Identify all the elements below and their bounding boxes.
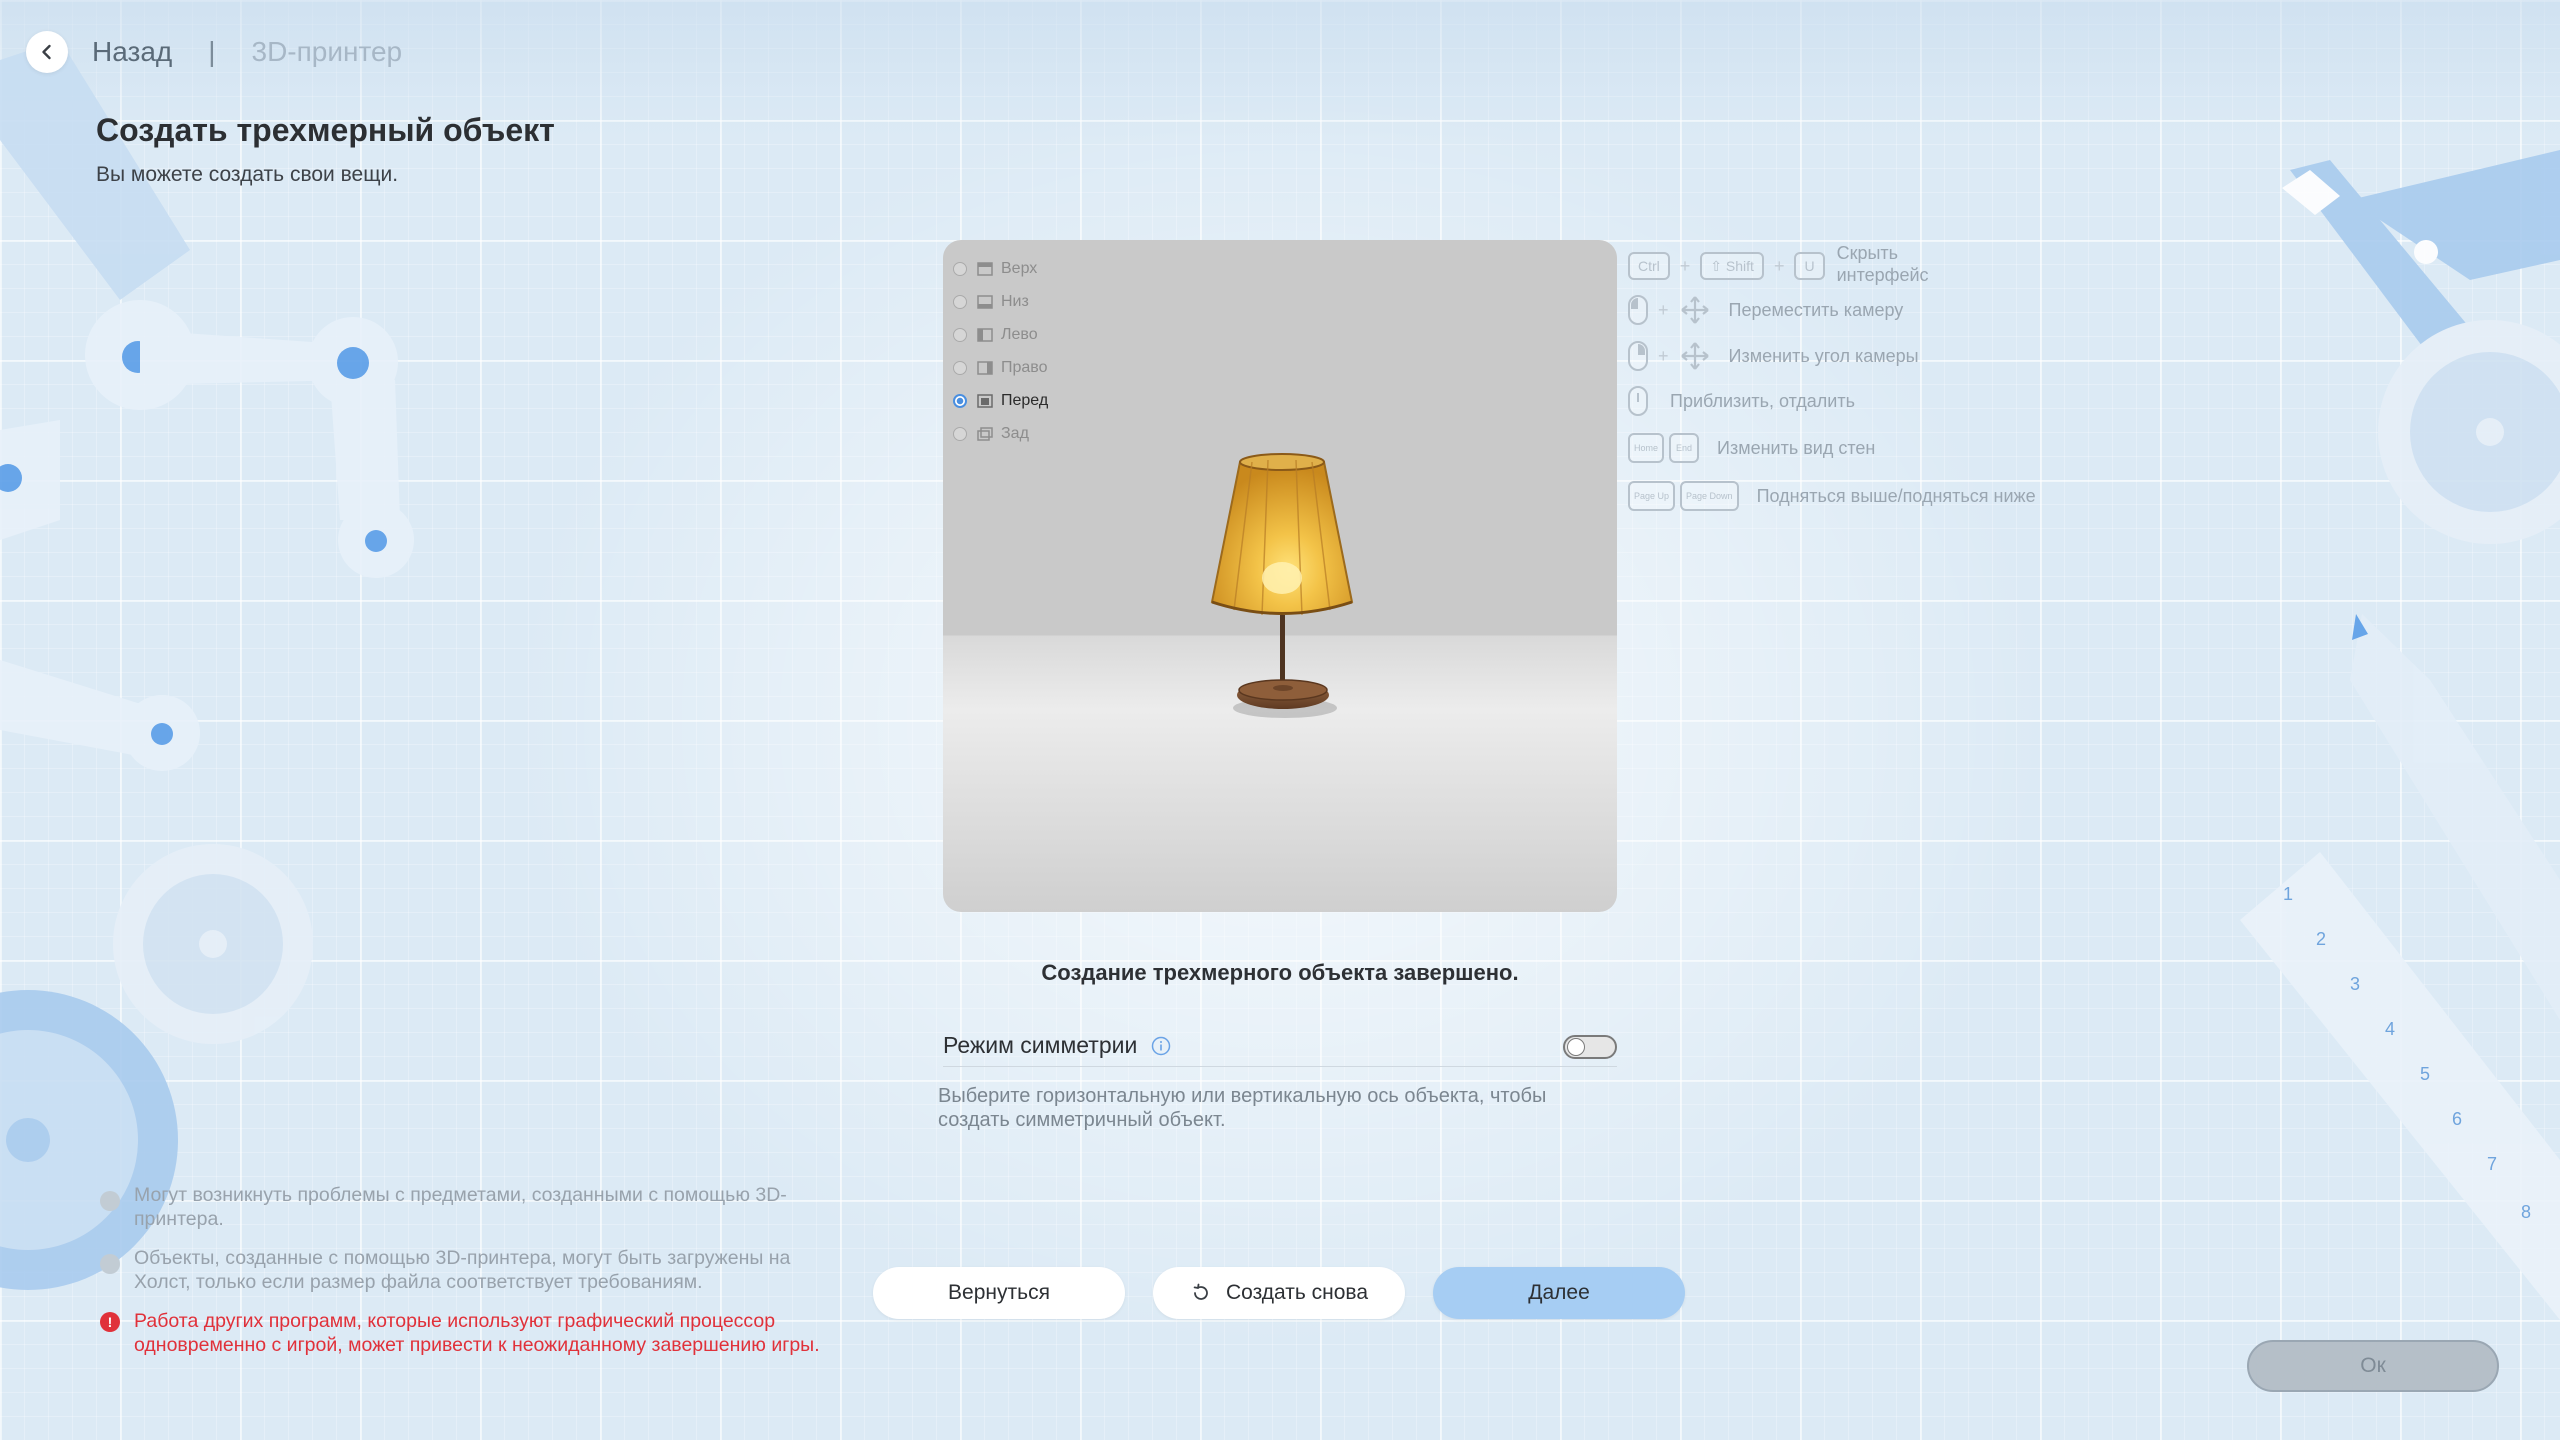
notice-text: Объекты, созданные с помощью 3D-принтера…: [134, 1247, 791, 1293]
mouse-scroll-icon: [1628, 386, 1648, 416]
status-message: Создание трехмерного объекта завершено.: [1041, 960, 1519, 985]
svg-text:8: 8: [2521, 1202, 2531, 1222]
view-top-icon: [977, 261, 993, 276]
key-shift: ⇧ Shift: [1700, 252, 1764, 280]
radio-button[interactable]: [953, 261, 967, 276]
next-button-label: Далее: [1528, 1281, 1590, 1304]
symmetry-toggle[interactable]: [1563, 1035, 1617, 1059]
key-ctrl: Ctrl: [1628, 252, 1670, 280]
mouse-left-click-icon: [1628, 295, 1648, 325]
view-option-label: Право: [1001, 358, 1048, 376]
key-home: Home: [1628, 433, 1665, 463]
shortcut-height: Page Up Page Down Подняться выше/поднять…: [1628, 481, 2036, 511]
info-icon[interactable]: [1151, 1036, 1171, 1056]
view-selector: Верх Низ Лево Право Перед Зад: [953, 252, 1048, 450]
svg-text:5: 5: [2420, 1064, 2430, 1084]
breadcrumb-separator: |: [208, 36, 216, 67]
notice-warning: ! Работа других программ, которые исполь…: [100, 1309, 840, 1357]
key-end: End: [1669, 433, 1700, 463]
view-option-top[interactable]: Верх: [953, 252, 1048, 285]
back-label[interactable]: Назад: [92, 36, 172, 68]
move-arrows-icon: [1680, 296, 1709, 324]
shortcut-hide-ui: Ctrl + ⇧ Shift + U Скрыть интерфейс: [1628, 243, 1929, 286]
view-option-label: Низ: [1001, 292, 1029, 310]
chevron-left-icon: [42, 44, 51, 60]
move-arrows-icon: [1680, 342, 1709, 370]
page-title: Создать трехмерный объект: [96, 112, 555, 148]
svg-text:3: 3: [2350, 974, 2360, 994]
view-option-label: Перед: [1001, 391, 1049, 409]
svg-text:4: 4: [2385, 1019, 2395, 1039]
plus-icon: +: [1658, 299, 1669, 320]
radio-button[interactable]: [953, 327, 967, 342]
breadcrumb: 3D-принтер: [251, 36, 403, 67]
symmetry-description: Выберите горизонтальную или вертикальную…: [938, 1085, 1547, 1131]
svg-text:2: 2: [2316, 929, 2326, 949]
shortcut-label: Подняться выше/подняться ниже: [1756, 485, 2036, 506]
refresh-icon: [1193, 1283, 1208, 1300]
shortcut-walls: Home End Изменить вид стен: [1628, 433, 1875, 463]
svg-text:6: 6: [2452, 1109, 2462, 1129]
view-back-icon: [977, 426, 993, 441]
top-bar: Назад | 3D-принтер: [26, 30, 402, 74]
plus-icon: +: [1679, 255, 1691, 276]
ok-button[interactable]: Ок: [2247, 1340, 2499, 1392]
view-option-right[interactable]: Право: [953, 351, 1048, 384]
plus-icon: +: [1773, 255, 1785, 276]
key-page-down: Page Down: [1680, 481, 1739, 511]
radio-button[interactable]: [953, 426, 967, 441]
shortcut-label: Переместить камеру: [1728, 299, 1904, 320]
shortcut-move-camera: + Переместить камеру: [1628, 294, 1903, 326]
3d-viewport[interactable]: Верх Низ Лево Право Перед Зад: [943, 240, 1617, 912]
svg-text:7: 7: [2487, 1154, 2497, 1174]
notice-item: Могут возникнуть проблемы с предметами, …: [100, 1183, 840, 1231]
info-dot-icon: [100, 1191, 120, 1211]
key-u: U: [1794, 252, 1825, 280]
create-again-button[interactable]: Создать снова: [1153, 1267, 1405, 1319]
view-option-left[interactable]: Лево: [953, 318, 1048, 351]
radio-button[interactable]: [953, 360, 967, 375]
view-option-label: Верх: [1001, 259, 1038, 277]
shortcut-label: Приблизить, отдалить: [1670, 390, 1855, 411]
shortcut-label: Изменить вид стен: [1717, 437, 1876, 458]
notice-item: Объекты, созданные с помощью 3D-принтера…: [100, 1246, 840, 1294]
page-subtitle: Вы можете создать свои вещи.: [96, 163, 399, 186]
svg-text:1: 1: [2283, 884, 2293, 904]
symmetry-mode-label: Режим симметрии: [943, 1032, 1138, 1058]
symmetry-mode-row: Режим симметрии: [943, 1030, 1617, 1067]
notices: Могут возникнуть проблемы с предметами, …: [100, 1183, 840, 1372]
toggle-knob: [1567, 1038, 1585, 1056]
lamp-model[interactable]: [1182, 450, 1382, 740]
view-front-icon: [977, 393, 993, 408]
notice-text: Работа других программ, которые использу…: [134, 1310, 820, 1356]
plus-icon: +: [1658, 345, 1669, 366]
radio-button-selected[interactable]: [953, 393, 967, 408]
back-button[interactable]: [26, 31, 68, 73]
create-again-label: Создать снова: [1225, 1281, 1369, 1304]
return-button[interactable]: Вернуться: [873, 1267, 1125, 1319]
view-left-icon: [977, 327, 993, 342]
shortcut-zoom: Приблизить, отдалить: [1628, 386, 1855, 416]
ok-button-label: Ок: [2360, 1354, 2386, 1377]
view-bottom-icon: [977, 294, 993, 309]
view-right-icon: [977, 360, 993, 375]
shortcut-rotate-camera: + Изменить угол камеры: [1628, 340, 1919, 372]
shortcut-label: Изменить угол камеры: [1728, 345, 1919, 366]
return-button-label: Вернуться: [948, 1281, 1050, 1304]
radio-button[interactable]: [953, 294, 967, 309]
view-option-front[interactable]: Перед: [953, 384, 1048, 417]
mouse-right-click-icon: [1628, 341, 1648, 371]
view-option-label: Зад: [1001, 424, 1029, 442]
warning-icon: !: [100, 1312, 120, 1332]
view-option-back[interactable]: Зад: [953, 417, 1048, 450]
next-button[interactable]: Далее: [1433, 1267, 1685, 1319]
info-dot-icon: [100, 1254, 120, 1274]
shortcut-label: Скрыть интерфейс: [1836, 243, 1929, 285]
view-option-label: Лево: [1001, 325, 1038, 343]
notice-text: Могут возникнуть проблемы с предметами, …: [134, 1184, 787, 1230]
view-option-bottom[interactable]: Низ: [953, 285, 1048, 318]
key-page-up: Page Up: [1628, 481, 1676, 511]
